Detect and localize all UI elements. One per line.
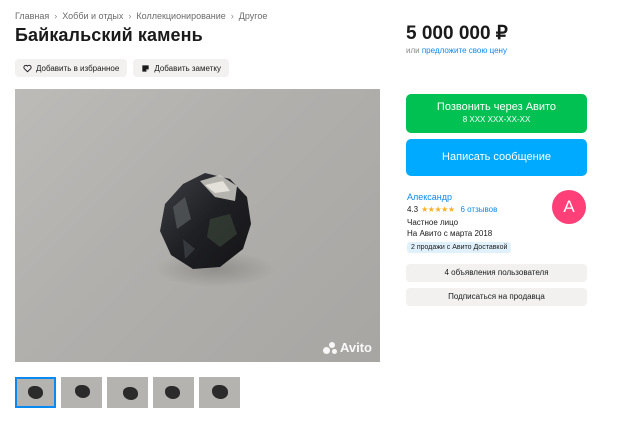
thumbnail-stone-image xyxy=(75,385,90,398)
thumbnail-strip xyxy=(15,377,240,408)
main-photo[interactable]: Avito xyxy=(15,89,380,362)
avito-logo-icon xyxy=(322,341,337,354)
breadcrumb-hobby[interactable]: Хобби и отдых xyxy=(62,11,123,21)
seller-rating: 4.3 ★★★★★ 6 отзывов xyxy=(407,205,497,214)
breadcrumb-collecting[interactable]: Коллекционирование xyxy=(136,11,225,21)
item-actions: Добавить в избранное Добавить заметку xyxy=(15,59,229,77)
thumbnail-stone-image xyxy=(165,386,180,399)
thumbnail-2[interactable] xyxy=(61,377,102,408)
breadcrumb-separator-icon: › xyxy=(54,11,58,21)
seller-avatar[interactable]: А xyxy=(552,190,586,224)
thumbnail-stone-image xyxy=(28,386,43,399)
add-note-button[interactable]: Добавить заметку xyxy=(133,59,229,77)
offer-price-link[interactable]: предложите свою цену xyxy=(422,46,507,55)
avito-watermark: Avito xyxy=(322,340,372,355)
thumbnail-5[interactable] xyxy=(199,377,240,408)
breadcrumb-other[interactable]: Другое xyxy=(239,11,268,21)
thumbnail-stone-image xyxy=(123,387,138,400)
seller-name-link[interactable]: Александр xyxy=(407,192,452,202)
delivery-sales-badge: 2 продажи с Авито Доставкой xyxy=(407,242,512,253)
stone-photo-image xyxy=(155,173,275,287)
breadcrumb-separator-icon: › xyxy=(128,11,132,21)
add-to-favorites-button[interactable]: Добавить в избранное xyxy=(15,59,128,77)
price-offer-line: или предложите свою цену xyxy=(406,46,507,55)
avito-watermark-text: Avito xyxy=(339,340,372,355)
seller-since: На Авито с марта 2018 xyxy=(407,229,493,238)
heart-icon xyxy=(23,64,32,72)
add-note-label: Добавить заметку xyxy=(154,63,221,73)
seller-type: Частное лицо xyxy=(407,218,459,227)
price-or-label: или xyxy=(406,46,420,55)
page-title: Байкальский камень xyxy=(15,25,203,45)
user-ads-button[interactable]: 4 объявления пользователя xyxy=(406,264,587,282)
rating-stars-icon: ★★★★★ xyxy=(421,205,455,214)
breadcrumb-home[interactable]: Главная xyxy=(15,11,49,21)
masked-phone: 8 XXX XXX-XX-XX xyxy=(462,115,531,124)
call-button-label: Позвонить через Авито xyxy=(436,101,557,113)
price: 5 000 000 ₽ xyxy=(406,23,508,44)
add-to-favorites-label: Добавить в избранное xyxy=(36,63,120,73)
thumbnail-4[interactable] xyxy=(153,377,194,408)
thumbnail-1[interactable] xyxy=(15,377,56,408)
thumbnail-3[interactable] xyxy=(107,377,148,408)
breadcrumb-separator-icon: › xyxy=(230,11,234,21)
breadcrumb: Главная › Хобби и отдых › Коллекциониров… xyxy=(15,11,267,21)
rating-value: 4.3 xyxy=(407,205,419,214)
reviews-link[interactable]: 6 отзывов xyxy=(460,205,497,214)
subscribe-seller-button[interactable]: Подписаться на продавца xyxy=(406,288,587,306)
write-message-button[interactable]: Написать сообщение xyxy=(406,139,587,176)
note-icon xyxy=(142,64,149,72)
call-button[interactable]: Позвонить через Авито 8 XXX XXX-XX-XX xyxy=(406,94,587,133)
thumbnail-stone-image xyxy=(212,385,228,399)
